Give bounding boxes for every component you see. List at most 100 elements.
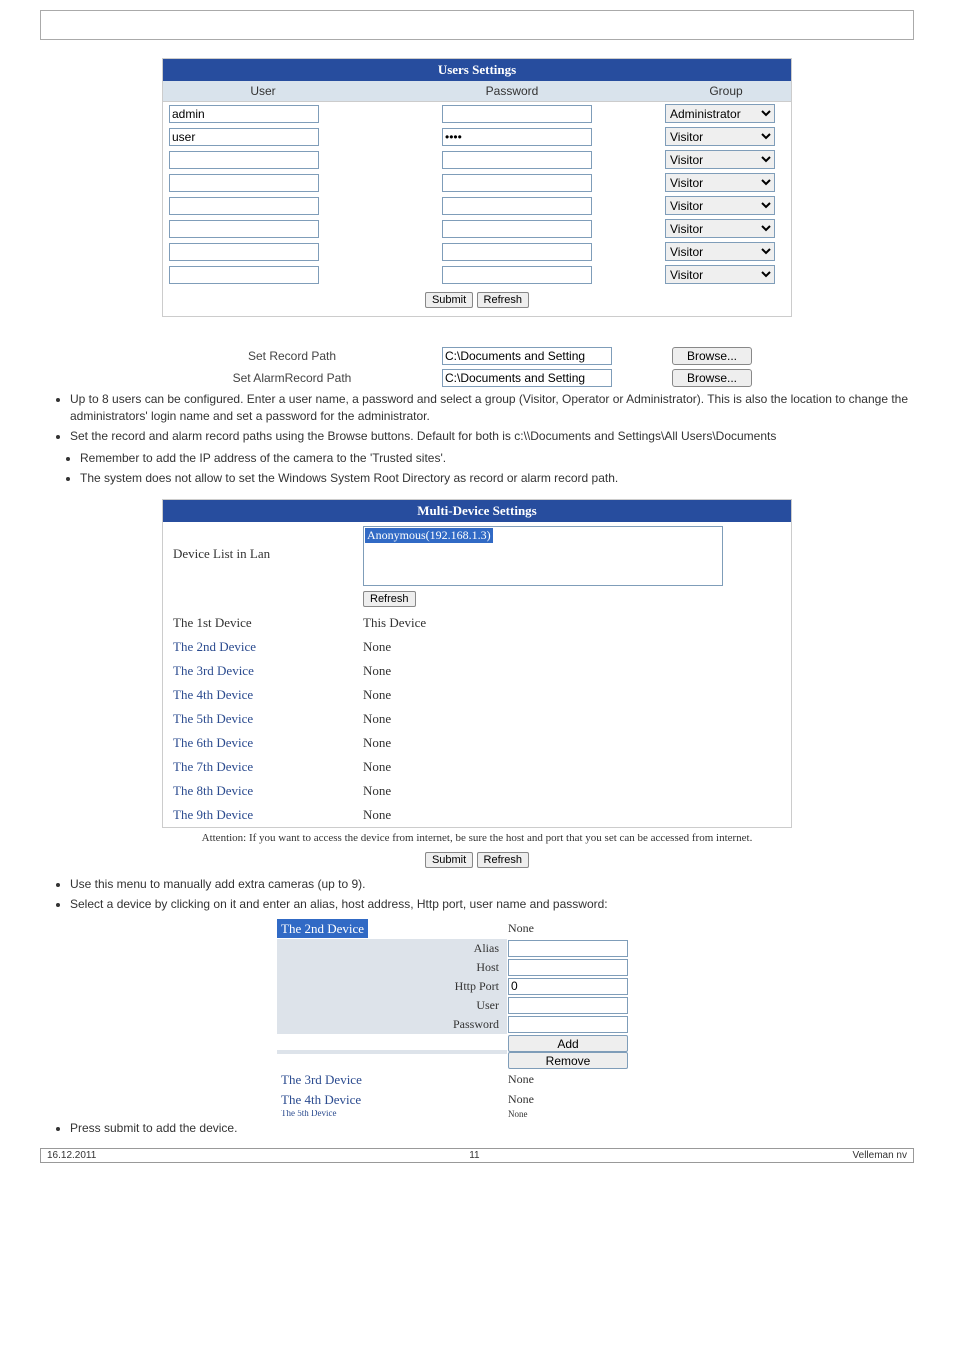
- col-pass-header: Password: [363, 81, 661, 101]
- user-row: Administrator: [163, 102, 791, 125]
- dev7-label[interactable]: The 7th Device: [163, 755, 353, 779]
- page-footer: 16.12.2011 11 Velleman nv: [40, 1148, 914, 1163]
- device-listbox[interactable]: Anonymous(192.168.1.3): [363, 526, 723, 586]
- alarm-path-label: Set AlarmRecord Path: [202, 371, 382, 385]
- password-input[interactable]: [442, 243, 592, 261]
- dev1-label: The 1st Device: [163, 611, 353, 635]
- users-settings-title: Users Settings: [163, 59, 791, 81]
- dev3-status: None: [507, 1071, 677, 1088]
- pass-label: Password: [277, 1015, 507, 1034]
- refresh-button[interactable]: [363, 591, 416, 607]
- user-input[interactable]: [169, 128, 319, 146]
- user-input[interactable]: [169, 105, 319, 123]
- dev6-label[interactable]: The 6th Device: [163, 731, 353, 755]
- dev2-val: None: [353, 635, 791, 659]
- dev7-val: None: [353, 755, 791, 779]
- password-input[interactable]: [442, 128, 592, 146]
- user-input[interactable]: [169, 174, 319, 192]
- user-row: Visitor: [163, 240, 791, 263]
- user-row: Visitor: [163, 148, 791, 171]
- user-row: Visitor: [163, 263, 791, 286]
- dev5-val: None: [353, 707, 791, 731]
- host-input[interactable]: [508, 959, 628, 976]
- remove-button[interactable]: [508, 1052, 628, 1069]
- dev5-label[interactable]: The 5th Device: [163, 707, 353, 731]
- user-input[interactable]: [169, 243, 319, 261]
- list-item: Press submit to add the device.: [70, 1120, 914, 1137]
- submit-button[interactable]: [425, 292, 473, 308]
- list-item: Use this menu to manually add extra came…: [70, 876, 914, 893]
- password-input[interactable]: [442, 220, 592, 238]
- spacer: [277, 1050, 507, 1054]
- password-input[interactable]: [442, 266, 592, 284]
- dev4-label[interactable]: The 4th Device: [163, 683, 353, 707]
- user-input[interactable]: [169, 151, 319, 169]
- dev2-status: None: [507, 920, 677, 937]
- host-label: Host: [277, 958, 507, 977]
- list-item: Select a device by clicking on it and en…: [70, 896, 914, 913]
- dev2-label[interactable]: The 2nd Device: [163, 635, 353, 659]
- list-item: Remember to add the IP address of the ca…: [80, 450, 914, 467]
- add-button[interactable]: [508, 1035, 628, 1052]
- dev6-val: None: [353, 731, 791, 755]
- group-select[interactable]: Visitor: [665, 219, 775, 238]
- password-input[interactable]: [442, 174, 592, 192]
- group-select[interactable]: Visitor: [665, 150, 775, 169]
- bullet-list-2: Use this menu to manually add extra came…: [40, 876, 914, 913]
- multi-buttons: [40, 848, 914, 876]
- multi-title: Multi-Device Settings: [163, 500, 791, 522]
- alarm-path-row: Set AlarmRecord Path Browse...: [167, 369, 787, 387]
- dev1-val: This Device: [353, 611, 791, 635]
- group-select[interactable]: Visitor: [665, 196, 775, 215]
- group-select[interactable]: Visitor: [665, 265, 775, 284]
- listbox-item[interactable]: Anonymous(192.168.1.3): [365, 528, 493, 543]
- submit-button[interactable]: [425, 852, 473, 868]
- user-row: Visitor: [163, 171, 791, 194]
- dev3-link[interactable]: The 3rd Device: [277, 1070, 366, 1089]
- password-input[interactable]: [442, 151, 592, 169]
- dev8-val: None: [353, 779, 791, 803]
- dev4-status: None: [507, 1091, 677, 1108]
- refresh-button[interactable]: [477, 852, 530, 868]
- browse-button[interactable]: Browse...: [672, 369, 752, 387]
- group-select[interactable]: Visitor: [665, 127, 775, 146]
- group-select[interactable]: Visitor: [665, 173, 775, 192]
- group-select[interactable]: Visitor: [665, 242, 775, 261]
- group-select[interactable]: Administrator: [665, 104, 775, 123]
- dev4-val: None: [353, 683, 791, 707]
- path-table: Set Record Path Browse... Set AlarmRecor…: [167, 347, 787, 387]
- dev5-link-cut[interactable]: The 5th Device: [277, 1110, 340, 1118]
- record-path-label: Set Record Path: [202, 349, 382, 363]
- password-input[interactable]: [442, 105, 592, 123]
- record-path-input[interactable]: [442, 347, 612, 365]
- password-input[interactable]: [508, 1016, 628, 1033]
- alarm-path-input[interactable]: [442, 369, 612, 387]
- refresh-button[interactable]: [477, 292, 530, 308]
- alias-label: Alias: [277, 939, 507, 958]
- dev8-label[interactable]: The 8th Device: [163, 779, 353, 803]
- devlist-label: Device List in Lan: [163, 522, 353, 611]
- footer-page: 11: [469, 1150, 479, 1161]
- bullet-list-3: Press submit to add the device.: [40, 1120, 914, 1137]
- user-row: Visitor: [163, 217, 791, 240]
- user-input[interactable]: [169, 197, 319, 215]
- user-input[interactable]: [169, 220, 319, 238]
- dev3-val: None: [353, 659, 791, 683]
- http-port-input[interactable]: [508, 978, 628, 995]
- dev2-link[interactable]: The 2nd Device: [277, 919, 368, 938]
- attention-text: Attention: If you want to access the dev…: [40, 828, 914, 848]
- user-input[interactable]: [508, 997, 628, 1014]
- user-row: Visitor: [163, 125, 791, 148]
- dev9-label[interactable]: The 9th Device: [163, 803, 353, 827]
- browse-button[interactable]: Browse...: [672, 347, 752, 365]
- dev3-label[interactable]: The 3rd Device: [163, 659, 353, 683]
- password-input[interactable]: [442, 197, 592, 215]
- footer-company: Velleman nv: [853, 1150, 907, 1161]
- dev4-link[interactable]: The 4th Device: [277, 1090, 365, 1109]
- list-item: Set the record and alarm record paths us…: [70, 428, 914, 445]
- user-input[interactable]: [169, 266, 319, 284]
- dev9-val: None: [353, 803, 791, 827]
- footer-date: 16.12.2011: [47, 1150, 96, 1161]
- user-row: Visitor: [163, 194, 791, 217]
- alias-input[interactable]: [508, 940, 628, 957]
